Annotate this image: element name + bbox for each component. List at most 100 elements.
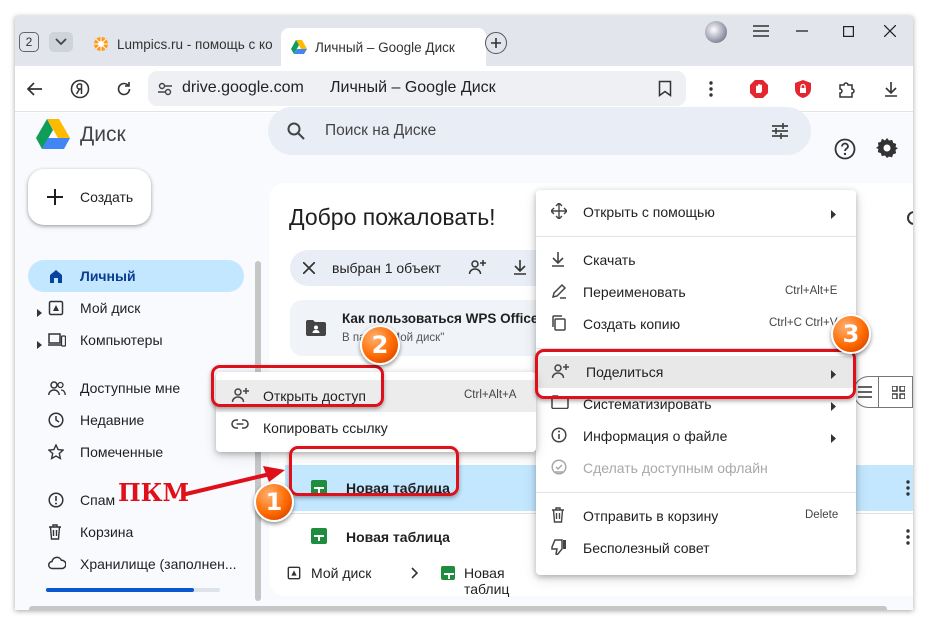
bookmark-icon[interactable] <box>658 80 672 97</box>
tab-counter-value: 2 <box>25 35 33 49</box>
nav-label: Компьютеры <box>80 332 163 348</box>
adblock-extension-icon[interactable] <box>743 73 775 105</box>
reload-icon[interactable] <box>108 73 140 105</box>
create-button[interactable]: Создать <box>28 169 151 225</box>
clear-selection-icon[interactable] <box>303 262 315 274</box>
download-icon[interactable] <box>513 259 527 275</box>
shared-folder-icon <box>306 320 326 336</box>
nav-item-trash[interactable]: Корзина <box>28 516 244 548</box>
cloud-icon <box>48 556 66 570</box>
search-options-icon[interactable] <box>771 122 789 140</box>
share-person-icon[interactable] <box>468 259 486 275</box>
copy-icon <box>551 315 567 331</box>
yandex-logo-icon[interactable] <box>64 73 96 105</box>
storage-bar <box>46 588 220 592</box>
expand-arrow-icon[interactable] <box>37 336 42 352</box>
welcome-title: Добро пожаловать! <box>289 204 496 230</box>
suggested-folder-card[interactable]: Как пользоваться WPS Office В папке "Мой… <box>290 300 550 356</box>
menu-label: Информация о файле <box>583 428 728 444</box>
nav-label: Личный <box>80 268 136 284</box>
nav-item-spam[interactable]: Спам <box>28 484 115 516</box>
menu-item-rename[interactable]: Переименовать Ctrl+Alt+E <box>536 276 856 308</box>
tabs-dropdown-icon[interactable] <box>49 32 73 52</box>
minimize-icon[interactable] <box>779 16 825 46</box>
nav-item-home[interactable]: Личный <box>28 260 244 292</box>
drive-logo-icon[interactable] <box>36 119 70 149</box>
list-view-icon[interactable] <box>858 386 872 398</box>
trash-icon <box>551 507 565 523</box>
annotation-box-open-access <box>211 365 384 407</box>
clock-icon <box>48 412 64 428</box>
tab-list-icon[interactable] <box>753 24 769 38</box>
nav-label: Недавние <box>80 412 145 428</box>
submenu-arrow-icon <box>831 206 836 222</box>
menu-item-useless-tip[interactable]: Бесполезный совет <box>536 532 856 564</box>
nav-item-computers[interactable]: Компьютеры <box>28 324 244 356</box>
drive-search-bar[interactable]: Поиск на Диске <box>268 107 811 155</box>
breadcrumb: Мой диск Новая таблиц <box>285 559 545 597</box>
breadcrumb-file[interactable]: Новая таблиц <box>464 565 545 597</box>
tab-lumpics[interactable]: Lumpics.ru - помощь с ко <box>83 28 273 60</box>
tab-title: Личный – Google Диск <box>315 39 455 55</box>
menu-item-copy[interactable]: Создать копию Ctrl+C Ctrl+V <box>536 308 856 340</box>
link-icon <box>231 419 249 429</box>
annotation-box-file <box>289 446 459 496</box>
search-placeholder: Поиск на Диске <box>325 122 437 139</box>
computer-icon <box>48 332 66 348</box>
drive-logo-text: Диск <box>80 123 126 146</box>
file-more-icon[interactable] <box>906 529 910 545</box>
address-domain: drive.google.com <box>182 79 304 96</box>
maximize-icon[interactable] <box>825 16 871 46</box>
nav-item-my-drive[interactable]: Мой диск <box>28 292 244 324</box>
file-more-icon[interactable] <box>906 480 910 496</box>
new-tab-plus-icon[interactable] <box>485 32 507 54</box>
breadcrumb-root[interactable]: Мой диск <box>311 565 371 581</box>
menu-label: Бесполезный совет <box>583 540 710 556</box>
search-icon <box>287 122 305 140</box>
badge-number: 3 <box>842 320 860 348</box>
more-options-icon[interactable] <box>695 73 727 105</box>
menu-item-download[interactable]: Скачать <box>536 244 856 276</box>
sheets-icon <box>441 566 455 580</box>
menu-label: Переименовать <box>583 284 686 300</box>
tab-bar: 2 Lumpics.ru - помощь с ко Личный – Goog… <box>15 16 913 66</box>
downloads-icon[interactable] <box>875 73 907 105</box>
nav-item-recent[interactable]: Недавние <box>28 404 244 436</box>
chevron-right-icon <box>411 567 418 579</box>
help-icon[interactable] <box>834 138 856 160</box>
home-icon <box>48 268 64 284</box>
view-toggle[interactable] <box>853 376 913 408</box>
menu-item-open-with[interactable]: Открыть с помощью <box>536 196 856 228</box>
suggested-title: Как пользоваться WPS Office <box>342 311 539 326</box>
pencil-icon <box>551 283 567 299</box>
expand-arrow-icon[interactable] <box>37 304 42 320</box>
menu-label: Отправить в корзину <box>583 508 719 524</box>
extensions-puzzle-icon[interactable] <box>831 73 863 105</box>
back-arrow-icon[interactable] <box>19 73 51 105</box>
nav-item-storage[interactable]: Хранилище (заполнен... <box>28 548 244 580</box>
submenu-arrow-icon <box>831 398 836 414</box>
nav-item-starred[interactable]: Помеченные <box>28 436 244 468</box>
toggle-divider <box>878 377 879 407</box>
move-arrows-icon <box>551 203 567 219</box>
submenu-item-copy-link[interactable]: Копировать ссылку <box>216 412 536 444</box>
menu-item-file-info[interactable]: Информация о файле <box>536 420 856 452</box>
protect-shield-icon[interactable] <box>787 73 819 105</box>
site-info-icon[interactable] <box>157 81 173 97</box>
badge-number: 2 <box>371 331 389 359</box>
menu-divider <box>536 492 856 493</box>
settings-gear-icon[interactable] <box>876 137 898 159</box>
tab-counter[interactable]: 2 <box>19 32 39 52</box>
plus-icon <box>47 189 63 205</box>
address-bar[interactable]: drive.google.com Личный – Google Диск <box>148 71 686 106</box>
offline-check-icon <box>551 459 567 475</box>
menu-item-trash[interactable]: Отправить в корзину Delete <box>536 500 856 532</box>
menu-shortcut: Ctrl+C Ctrl+V <box>769 317 838 329</box>
thumb-down-icon <box>551 539 567 555</box>
tab-google-drive[interactable]: Личный – Google Диск <box>281 28 486 66</box>
nav-label: Корзина <box>80 524 134 540</box>
close-window-icon[interactable] <box>867 16 913 46</box>
horizontal-scrollbar[interactable] <box>29 606 887 610</box>
profile-avatar[interactable] <box>705 21 727 43</box>
grid-view-icon[interactable] <box>892 386 905 399</box>
